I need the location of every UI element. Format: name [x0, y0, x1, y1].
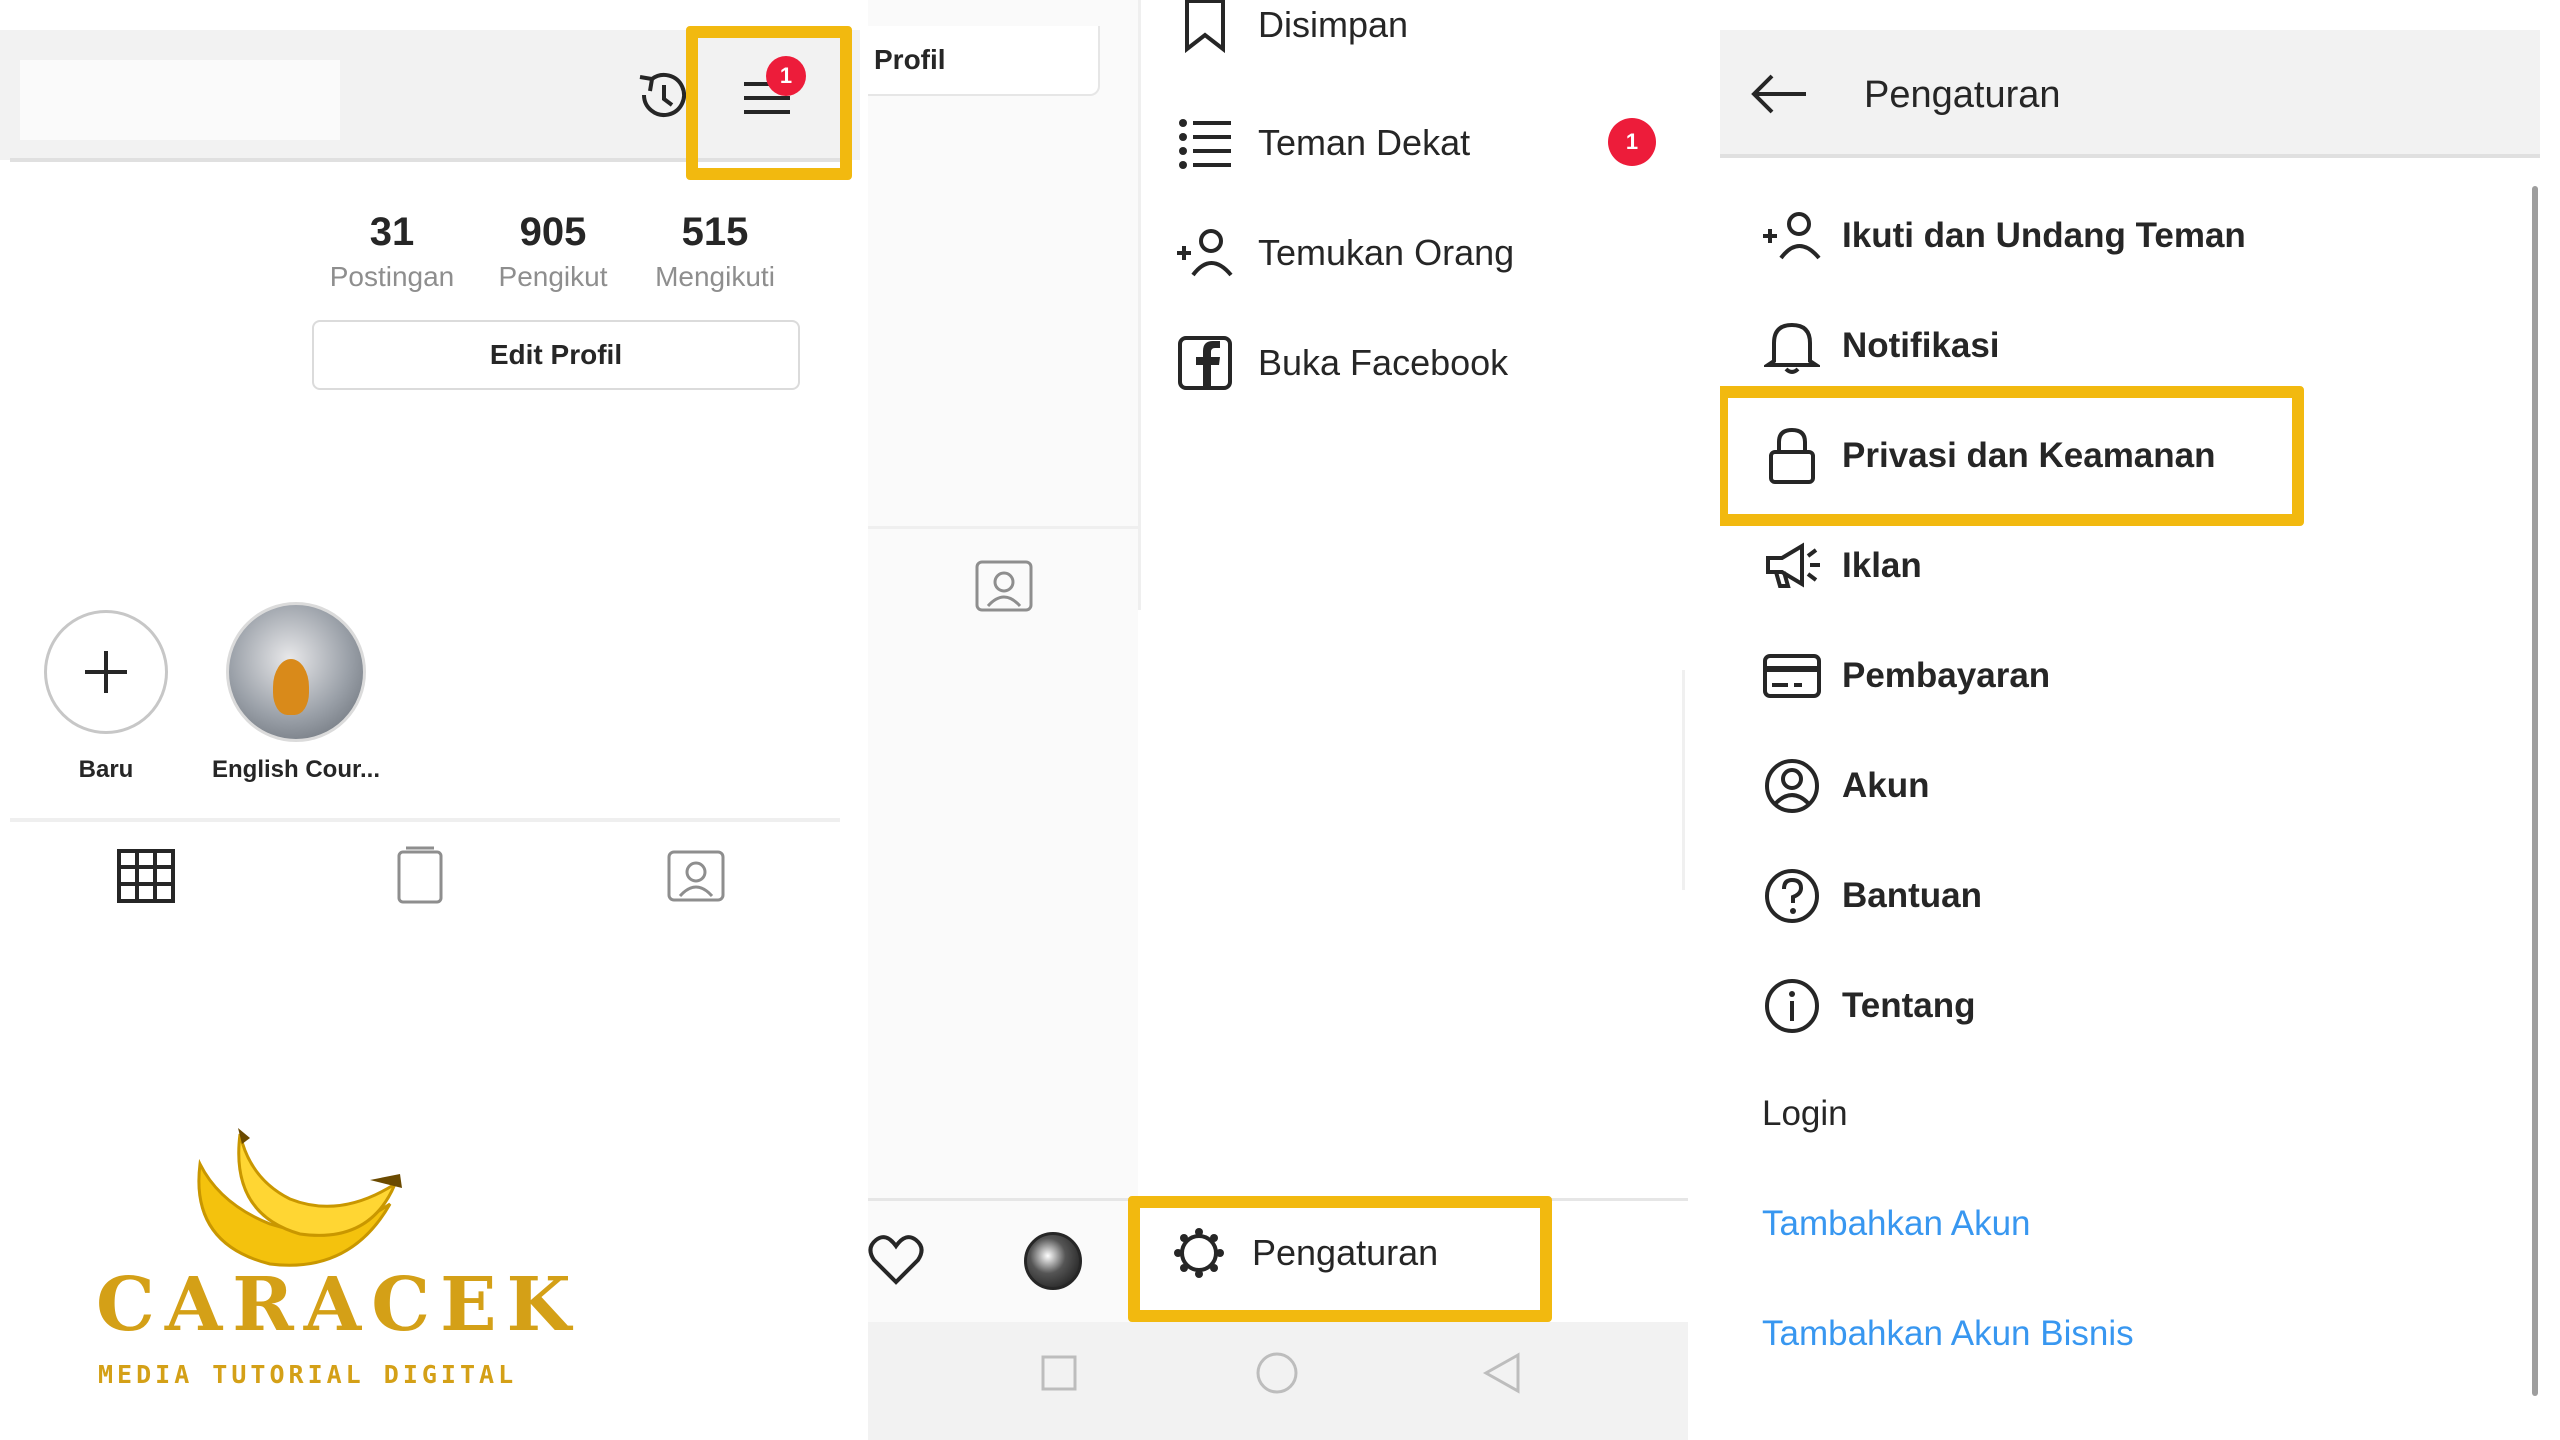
add-account-link[interactable]: Tambahkan Akun — [1762, 1204, 2031, 1244]
privacy-highlight-box — [1720, 386, 2304, 526]
edit-profile-tab-label: Profil — [874, 44, 946, 75]
settings-header — [1720, 30, 2540, 156]
tagged-icon[interactable] — [974, 556, 1034, 616]
drawer-item-discover-people[interactable]: Temukan Orang — [1174, 222, 1514, 284]
new-highlight-button[interactable] — [44, 610, 168, 734]
profile-panel: 1 31 Postingan 905 Pengikut 515 Mengikut… — [0, 0, 860, 1440]
megaphone-icon — [1760, 534, 1824, 598]
drawer-item-label: Teman Dekat — [1258, 122, 1471, 163]
menu-highlight-box — [686, 26, 852, 180]
settings-item-ads[interactable]: Iklan — [1760, 534, 1922, 598]
tabs-divider — [10, 818, 840, 822]
profile-behind-drawer — [868, 0, 1138, 1440]
settings-item-label: Pembayaran — [1842, 656, 2051, 695]
edit-profile-button[interactable]: Edit Profil — [312, 320, 800, 390]
highlight-label-new: Baru — [78, 756, 134, 783]
add-person-icon — [1174, 222, 1236, 284]
profile-avatar[interactable] — [1024, 1232, 1082, 1290]
settings-item-label: Iklan — [1842, 546, 1922, 585]
archive-icon[interactable] — [630, 65, 694, 129]
stat-followers-value: 905 — [519, 210, 587, 254]
close-friends-badge: 1 — [1608, 118, 1656, 166]
card-icon — [1760, 644, 1824, 708]
settings-item-help[interactable]: Bantuan — [1760, 864, 1982, 928]
drawer-item-label: Disimpan — [1258, 4, 1409, 45]
settings-item-label: Notifikasi — [1842, 326, 2000, 365]
watermark-tagline: MEDIA TUTORIAL DIGITAL — [98, 1360, 518, 1389]
settings-item-label: Ikuti dan Undang Teman — [1842, 216, 2246, 255]
settings-item-payments[interactable]: Pembayaran — [1760, 644, 2050, 708]
facebook-icon — [1174, 332, 1236, 394]
settings-item-follow-invite[interactable]: Ikuti dan Undang Teman — [1760, 204, 2246, 268]
back-nav-icon[interactable] — [1482, 1352, 1522, 1394]
info-icon — [1760, 974, 1824, 1038]
bell-icon — [1760, 314, 1824, 378]
drawer-divider — [1138, 0, 1141, 610]
login-section-header: Login — [1762, 1094, 1848, 1133]
add-business-account-link[interactable]: Tambahkan Akun Bisnis — [1762, 1314, 2134, 1354]
drawer-panel: Profil Disimpan Teman Dekat 1 Temukan Or… — [868, 0, 1688, 1440]
edit-profile-tab[interactable]: Profil — [868, 26, 1100, 96]
username-area — [20, 60, 340, 140]
drawer-item-label: Buka Facebook — [1258, 342, 1509, 383]
stat-posts[interactable]: 31 Postingan — [312, 210, 472, 293]
stat-following-label: Mengikuti — [655, 261, 775, 292]
stat-followers[interactable]: 905 Pengikut — [473, 210, 633, 293]
stat-following[interactable]: 515 Mengikuti — [635, 210, 795, 293]
stat-following-value: 515 — [681, 210, 749, 254]
settings-item-notifications[interactable]: Notifikasi — [1760, 314, 2000, 378]
account-icon — [1760, 754, 1824, 818]
settings-item-label: Tentang — [1842, 986, 1976, 1025]
drawer-item-close-friends[interactable]: Teman Dekat — [1174, 112, 1470, 174]
plus-icon — [85, 651, 127, 693]
recent-apps-icon[interactable] — [1040, 1354, 1078, 1392]
stat-posts-value: 31 — [369, 210, 415, 254]
settings-item-about[interactable]: Tentang — [1760, 974, 1976, 1038]
stat-followers-label: Pengikut — [498, 261, 608, 292]
stat-posts-label: Postingan — [329, 261, 455, 292]
settings-item-label: Bantuan — [1842, 876, 1982, 915]
settings-item-label: Akun — [1842, 766, 1930, 805]
highlight-english-course[interactable] — [226, 602, 366, 742]
drawer-tabs-divider — [868, 526, 1138, 529]
drawer-item-open-facebook[interactable]: Buka Facebook — [1174, 332, 1508, 394]
grid-icon[interactable] — [116, 848, 176, 904]
list-icon — [1174, 112, 1236, 174]
settings-header-divider — [1720, 154, 2540, 158]
heart-icon[interactable] — [868, 1234, 924, 1286]
banana-logo — [180, 1124, 410, 1284]
watermark-brand: CARACEK — [96, 1262, 581, 1348]
tagged-icon[interactable] — [666, 846, 726, 906]
bookmark-icon — [1174, 0, 1236, 56]
home-icon[interactable] — [1254, 1350, 1300, 1396]
scrollbar[interactable] — [2532, 186, 2538, 1396]
highlight-thumbnail-figure — [273, 659, 309, 715]
back-arrow-icon[interactable] — [1750, 72, 1810, 116]
drawer-edge — [1682, 670, 1685, 890]
igtv-icon[interactable] — [396, 846, 444, 906]
add-person-icon — [1760, 204, 1824, 268]
settings-panel: Pengaturan Ikuti dan Undang Teman Notifi… — [1720, 0, 2560, 1440]
settings-highlight-box — [1128, 1196, 1552, 1322]
drawer-item-saved[interactable]: Disimpan — [1174, 0, 1408, 56]
page-title: Pengaturan — [1864, 74, 2061, 116]
settings-item-account[interactable]: Akun — [1760, 754, 1930, 818]
drawer-item-label: Temukan Orang — [1258, 232, 1515, 273]
highlight-label-english: English Cour... — [211, 756, 380, 783]
help-icon — [1760, 864, 1824, 928]
